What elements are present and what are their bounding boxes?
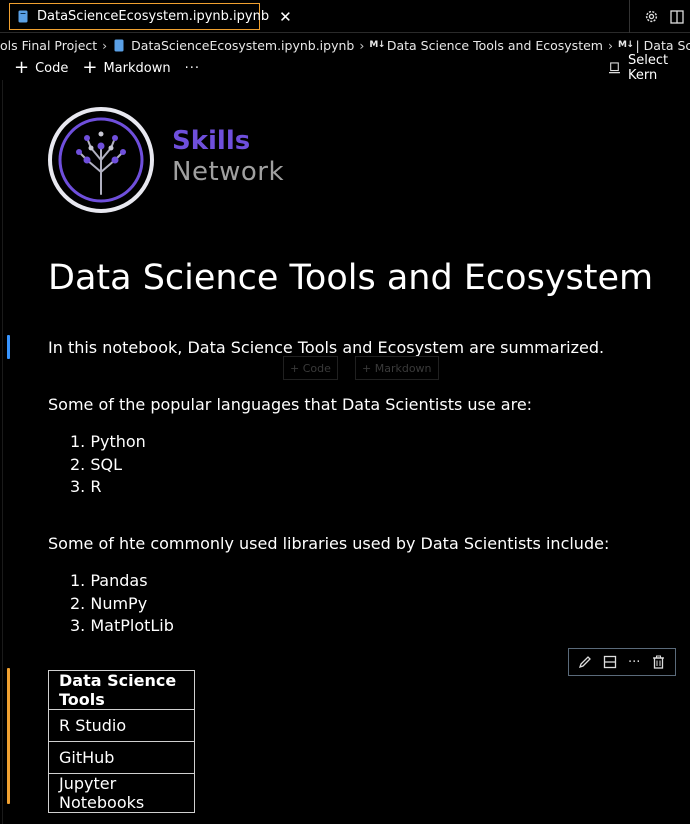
list-item: 1. Pandas (70, 571, 148, 590)
table-row: GitHub (48, 741, 195, 774)
table-header: Data Science Tools (48, 670, 195, 710)
tab-label: DataScienceEcosystem.ipynb.ipynb (37, 9, 270, 24)
markdown-icon: M↓ (617, 40, 634, 50)
ghost-add-code-button[interactable]: + Code (283, 356, 338, 380)
add-markdown-cell-button[interactable]: + Markdown (68, 59, 170, 77)
cell-focus-indicator (7, 335, 10, 359)
add-code-cell-button[interactable]: + Code (0, 59, 68, 77)
list-item: 3. R (70, 477, 102, 496)
list-item: 2. SQL (70, 454, 123, 474)
logo-line-skills: Skills (172, 126, 251, 156)
editor-tab[interactable]: DataScienceEcosystem.ipynb.ipynb ✕ (9, 3, 292, 30)
libraries-list: 1. Pandas 2. NumPy 3. MatPlotLib (48, 570, 174, 638)
breadcrumb-item-folder[interactable]: ols Final Project (0, 38, 97, 53)
split-editor-icon[interactable] (664, 4, 690, 30)
split-cell-icon[interactable] (601, 653, 619, 671)
breadcrumb-item-cell[interactable]: M↓ | Data Science Too (618, 38, 690, 53)
page-title: Data Science Tools and Ecosystem (48, 258, 654, 298)
add-code-label: Code (35, 60, 69, 76)
libraries-heading: Some of hte commonly used libraries used… (48, 534, 610, 553)
notebook-toolbar: + Code + Markdown ··· Select Kern (0, 53, 690, 83)
more-icon[interactable]: ··· (185, 61, 200, 76)
ghost-add-markdown-button[interactable]: + Markdown (355, 356, 439, 380)
divider (629, 0, 630, 33)
markdown-icon: M↓ (369, 40, 385, 50)
divider (2, 80, 3, 824)
select-kernel-label: Select Kern (627, 53, 669, 83)
notebook-file-icon (114, 39, 124, 51)
more-icon[interactable]: ··· (625, 653, 643, 671)
skills-network-logo (47, 106, 155, 214)
chevron-right-icon: › (359, 37, 365, 53)
list-item: 1. Python (70, 432, 146, 451)
plus-icon: + (82, 57, 98, 78)
list-item: 3. MatPlotLib (70, 616, 174, 635)
breadcrumb-heading-label: Data Science Tools and Ecosystem (386, 37, 603, 53)
table-row: Jupyter Notebooks (48, 773, 195, 813)
breadcrumb-cell-label: | Data Science Too (635, 37, 690, 53)
gear-icon[interactable] (638, 4, 664, 30)
table-row: R Studio (48, 709, 195, 742)
table-cell: Jupyter Notebooks (48, 773, 195, 813)
pencil-icon[interactable] (576, 653, 594, 671)
breadcrumb-file-label: DataScienceEcosystem.ipynb.ipynb (131, 37, 355, 53)
plus-icon: + (14, 57, 30, 78)
breadcrumb-item-heading[interactable]: M↓ Data Science Tools and Ecosystem (369, 38, 603, 53)
languages-heading: Some of the popular languages that Data … (48, 395, 533, 414)
intro-text: In this notebook, Data Science Tools and… (48, 338, 605, 357)
kernel-icon (609, 62, 620, 74)
tab-actions (629, 0, 690, 33)
trash-icon[interactable] (650, 653, 668, 671)
tools-table: Data Science Tools R Studio GitHub Jupyt… (48, 670, 195, 813)
chevron-right-icon: › (102, 37, 108, 53)
table-cell: R Studio (48, 709, 195, 742)
editor-tab-bar: DataScienceEcosystem.ipynb.ipynb ✕ (0, 0, 690, 33)
close-icon[interactable]: ✕ (279, 8, 292, 26)
cell-toolbar: ··· (568, 648, 676, 676)
breadcrumb: ols Final Project › DataScienceEcosystem… (0, 34, 690, 56)
notebook-file-icon (18, 10, 28, 23)
table-header-row: Data Science Tools (48, 670, 195, 710)
add-markdown-label: Markdown (103, 60, 171, 76)
logo-wordmark: Skills Network (172, 126, 284, 188)
logo-line-network: Network (172, 157, 285, 187)
breadcrumb-item-file[interactable]: DataScienceEcosystem.ipynb.ipynb (112, 38, 354, 53)
cell-selection-indicator (7, 668, 10, 804)
languages-list: 1. Python 2. SQL 3. R (48, 431, 146, 499)
select-kernel-button[interactable]: Select Kern (609, 53, 690, 83)
chevron-right-icon: › (607, 37, 613, 53)
list-item: 2. NumPy (70, 593, 148, 613)
table-cell: GitHub (48, 741, 195, 774)
